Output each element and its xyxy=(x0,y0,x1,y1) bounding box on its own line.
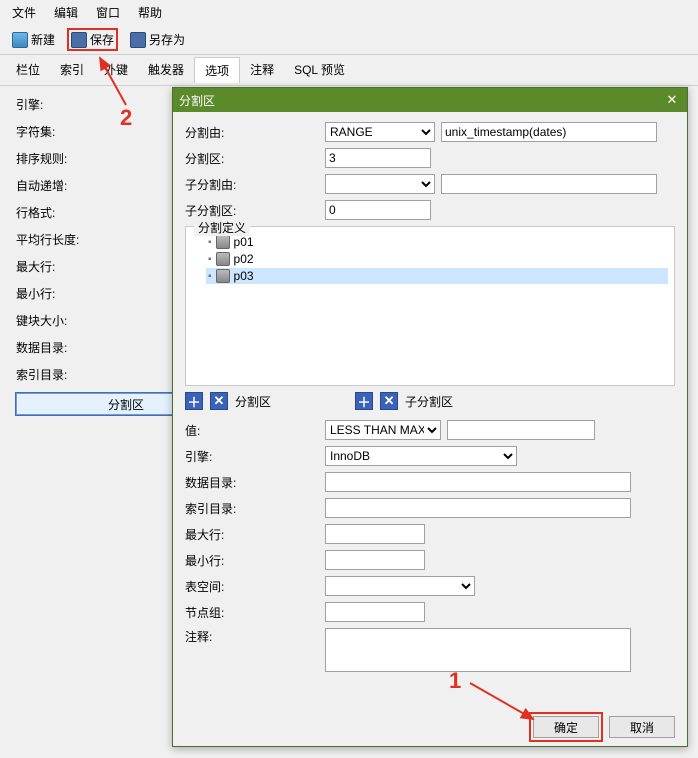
partby-select[interactable]: RANGE xyxy=(325,122,435,142)
menu-edit[interactable]: 编辑 xyxy=(54,4,78,21)
partcount-input[interactable] xyxy=(325,148,431,168)
toolbar: 新建 保存 另存为 xyxy=(0,25,698,55)
indexdir2-label: 索引目录: xyxy=(185,500,319,517)
del-subpartition-icon[interactable]: ✕ xyxy=(380,392,398,410)
save-button[interactable]: 保存 xyxy=(67,28,118,51)
definition-fieldset: 分割定义 ▪ p01 ▪ p02 ▪ p03 xyxy=(185,226,675,386)
new-button[interactable]: 新建 xyxy=(8,29,59,50)
datadir2-label: 数据目录: xyxy=(185,474,319,491)
menu-window[interactable]: 窗口 xyxy=(96,4,120,21)
del-partition-icon[interactable]: ✕ xyxy=(210,392,228,410)
value-label: 值: xyxy=(185,422,319,439)
subpartition-label: 子分割区 xyxy=(405,393,453,410)
nodegroup-label: 节点组: xyxy=(185,604,319,621)
subpartby-label: 子分割由: xyxy=(185,176,319,193)
maxrows2-label: 最大行: xyxy=(185,526,319,543)
subpartby-expr-input[interactable] xyxy=(441,174,657,194)
tab-options[interactable]: 选项 xyxy=(194,57,240,83)
tablespace-label: 表空间: xyxy=(185,578,319,595)
dialog-titlebar: 分割区 ✕ xyxy=(173,88,687,112)
tab-fields[interactable]: 栏位 xyxy=(6,57,50,83)
add-subpartition-icon[interactable]: ＋ xyxy=(355,392,373,410)
saveas-icon xyxy=(130,32,146,48)
saveas-button[interactable]: 另存为 xyxy=(126,29,189,50)
disk-icon xyxy=(216,269,230,283)
tab-sqlpreview[interactable]: SQL 预览 xyxy=(284,57,355,83)
tab-fk[interactable]: 外键 xyxy=(94,57,138,83)
expand-icon: ▪ xyxy=(208,237,212,248)
tree-label: p01 xyxy=(234,235,254,249)
tree-item-p02[interactable]: ▪ p02 xyxy=(206,251,668,267)
saveas-label: 另存为 xyxy=(149,31,185,48)
partition-tree[interactable]: ▪ p01 ▪ p02 ▪ p03 xyxy=(192,233,668,379)
disk-icon xyxy=(216,235,230,249)
partby-label: 分割由: xyxy=(185,124,319,141)
indexdir-input[interactable] xyxy=(325,498,631,518)
expand-icon: ▪ xyxy=(208,271,212,282)
new-icon xyxy=(12,32,28,48)
datadir-input[interactable] xyxy=(325,472,631,492)
comment2-label: 注释: xyxy=(185,628,319,645)
engine-select[interactable]: InnoDB xyxy=(325,446,517,466)
tree-label: p02 xyxy=(234,252,254,266)
disk-icon xyxy=(216,252,230,266)
tab-triggers[interactable]: 触发器 xyxy=(138,57,194,83)
value-input[interactable] xyxy=(447,420,595,440)
dialog-title: 分割区 xyxy=(179,92,215,109)
new-label: 新建 xyxy=(31,31,55,48)
partition-dialog: 分割区 ✕ 分割由: RANGE 分割区: 子分割由: 子分割区: 分割定义 ▪ xyxy=(172,87,688,747)
definition-legend: 分割定义 xyxy=(194,219,250,236)
menu-file[interactable]: 文件 xyxy=(12,4,36,21)
tree-item-p01[interactable]: ▪ p01 xyxy=(206,234,668,250)
partition-label: 分割区 xyxy=(235,393,271,410)
expand-icon: ▪ xyxy=(208,254,212,265)
tab-comment[interactable]: 注释 xyxy=(240,57,284,83)
tab-indexes[interactable]: 索引 xyxy=(50,57,94,83)
maxrows-input[interactable] xyxy=(325,524,425,544)
ok-button[interactable]: 确定 xyxy=(533,716,599,738)
value-select[interactable]: LESS THAN MAX xyxy=(325,420,441,440)
subpartcount-input[interactable] xyxy=(325,200,431,220)
tree-label: p03 xyxy=(234,269,254,283)
subpartcount-label: 子分割区: xyxy=(185,202,319,219)
save-label: 保存 xyxy=(90,31,114,48)
comment-textarea[interactable] xyxy=(325,628,631,672)
partby-expr-input[interactable] xyxy=(441,122,657,142)
menu-help[interactable]: 帮助 xyxy=(138,4,162,21)
close-icon[interactable]: ✕ xyxy=(663,91,681,109)
minrows2-label: 最小行: xyxy=(185,552,319,569)
cancel-button[interactable]: 取消 xyxy=(609,716,675,738)
menu-bar: 文件 编辑 窗口 帮助 xyxy=(0,0,698,25)
nodegroup-input[interactable] xyxy=(325,602,425,622)
add-partition-icon[interactable]: ＋ xyxy=(185,392,203,410)
tablespace-select[interactable] xyxy=(325,576,475,596)
tabstrip: 栏位 索引 外键 触发器 选项 注释 SQL 预览 xyxy=(0,55,698,86)
save-icon xyxy=(71,32,87,48)
minrows-input[interactable] xyxy=(325,550,425,570)
partcount-label: 分割区: xyxy=(185,150,319,167)
engine2-label: 引擎: xyxy=(185,448,319,465)
subpartby-select[interactable] xyxy=(325,174,435,194)
tree-item-p03[interactable]: ▪ p03 xyxy=(206,268,668,284)
